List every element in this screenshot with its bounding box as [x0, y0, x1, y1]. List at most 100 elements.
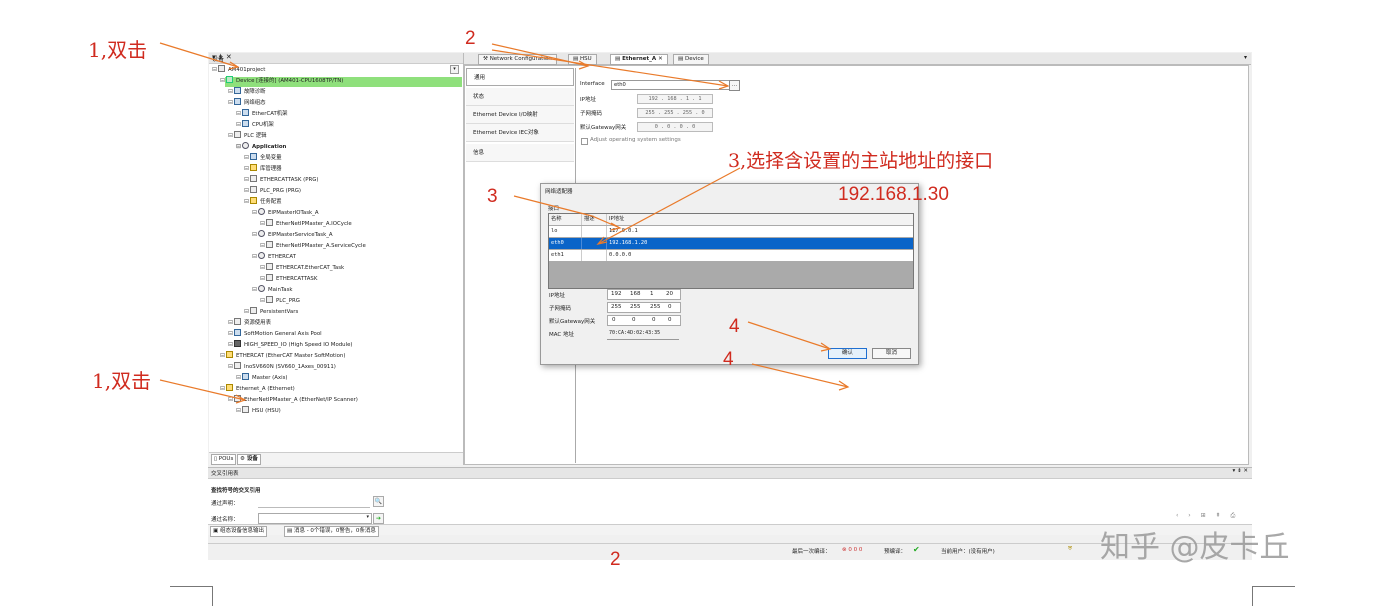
tree-node[interactable]: ⊟ MainTask — [252, 284, 293, 295]
table-row[interactable]: lo 127.0.0.1 — [549, 226, 913, 237]
dlg-mac-label: MAC 地址 — [549, 332, 574, 338]
tree-node[interactable]: ⊟ ETHERCAT.EtherCAT_Task — [260, 262, 344, 273]
tree-node-label: 库管理器 — [260, 166, 282, 172]
cancel-button[interactable]: 取消 — [872, 348, 911, 359]
tree-node[interactable]: ⊟ SoftMotion General Axis Pool — [228, 328, 322, 339]
tree-node[interactable]: ⊟ CPU机架 — [236, 119, 274, 130]
io-module-icon — [234, 340, 241, 347]
tree-node[interactable]: ⊟ EIPMasterIOTask_A — [252, 207, 319, 218]
tab-ethernet-a[interactable]: ▤ Ethernet_A ✕ — [610, 54, 668, 65]
side-tab-iec-objects[interactable]: Ethernet Device IEC对象 — [466, 124, 574, 142]
expander-icon[interactable]: ⊟ — [252, 229, 258, 240]
row-name: eth1 — [549, 250, 582, 261]
tree-node[interactable]: ⊟ 故障诊断 — [228, 86, 266, 97]
by-name-label: 通过名称： — [211, 517, 239, 523]
table-row[interactable]: eth1 0.0.0.0 — [549, 250, 913, 261]
interface-grid: 名称 描述 IP地址 lo 127.0.0.1 eth0 192.168.1.2… — [548, 213, 914, 289]
gateway-label: 默认Gateway网关 — [580, 125, 627, 131]
browse-interface-button[interactable]: ... — [729, 80, 740, 91]
tree-node[interactable]: ⊟ PersistentVars — [244, 306, 298, 317]
call-icon — [266, 241, 273, 248]
panel-toolbar-icons[interactable]: ‹ › ⊞ ⇞ ⎙ — [1176, 512, 1239, 520]
interface-input[interactable]: eth0 — [611, 80, 730, 90]
tree-node[interactable]: ⊟ Master (Axis) — [236, 372, 288, 383]
tab-device-output[interactable]: ▣ 组态设备信息输出 — [210, 526, 267, 537]
tree-node-label: PLC_PRG (PRG) — [260, 188, 301, 194]
tree-node-label: 全局变量 — [260, 155, 282, 161]
confirm-button[interactable]: 确认 — [828, 348, 867, 359]
tree-node[interactable]: ⊟ PLC_PRG (PRG) — [244, 185, 301, 196]
close-icon[interactable]: ✕ — [658, 56, 663, 62]
output-icon: ▣ — [213, 528, 219, 534]
cross-reference-title: 交叉引用表 — [211, 471, 239, 477]
tree-node[interactable]: ⊟ 资源使用表 — [228, 317, 271, 328]
annotation-step1-top: 1,双击 — [88, 38, 148, 62]
tree-node[interactable]: ⊟ EIPMasterServiceTask_A — [252, 229, 333, 240]
search-icon[interactable]: 🔍 — [373, 496, 384, 507]
expander-icon[interactable]: ⊟ — [252, 251, 258, 262]
dlg-ip-label: IP地址 — [549, 293, 565, 299]
tab-list-dropdown-icon[interactable]: ▾ — [1244, 54, 1247, 61]
side-tab-general[interactable]: 通用 — [466, 68, 574, 86]
side-tab-info[interactable]: 信息 — [466, 144, 574, 162]
panel-controls[interactable]: ▾ ⇟ ✕ — [212, 53, 459, 61]
annotation-master-ip: 192.168.1.30 — [838, 184, 949, 205]
tab-device-label: Device — [684, 56, 704, 62]
tree-node[interactable]: ⊟ ETHERCAT — [252, 251, 296, 262]
tree-node[interactable]: ⊟ HSU (HSU) — [236, 405, 281, 416]
go-icon[interactable]: ➔ — [373, 513, 384, 524]
row-desc — [582, 226, 607, 237]
row-name: eth0 — [549, 238, 582, 249]
tree-node[interactable]: ⊟ Application — [236, 141, 286, 152]
expander-icon[interactable]: ⊟ — [236, 141, 242, 152]
tree-node[interactable]: ⊟ AM401project — [212, 64, 265, 75]
side-tab-io-mapping[interactable]: Ethernet Device I/O映射 — [466, 106, 574, 124]
call-icon — [266, 263, 273, 270]
tree-node[interactable]: ⊟ PLC_PRG — [260, 295, 300, 306]
tree-node[interactable]: ⊟ ETHERCATTASK — [260, 273, 317, 284]
ip-address-field[interactable]: 192 . 168 . 1 . 1 — [637, 94, 713, 104]
tree-node[interactable]: ⊟ 全局变量 — [244, 152, 282, 163]
subnet-mask-field[interactable]: 255 . 255 . 255 . 0 — [637, 108, 713, 118]
tree-node[interactable]: ⊟ InoSV660N (SV660_1Axes_00911) — [228, 361, 336, 372]
tree-node[interactable]: ⊟ EtherNetIPMaster_A.ServiceCycle — [260, 240, 366, 251]
annotation-step4-b: 4 — [723, 349, 734, 370]
gateway-field[interactable]: 0 . 0 . 0 . 0 — [637, 122, 713, 132]
tab-device[interactable]: ▤ Device — [673, 54, 709, 65]
expander-icon[interactable]: ⊟ — [252, 207, 258, 218]
tab-hsu[interactable]: ▤ HSU — [568, 54, 597, 65]
expander-icon[interactable]: ⊟ — [252, 284, 258, 295]
tree-node[interactable]: ⊟ ETHERCAT (EtherCAT Master SoftMotion) — [220, 350, 345, 361]
table-row-selected[interactable]: eth0 192.168.1.20 — [549, 238, 913, 249]
status-bar: 最后一次编译： ⊗ 0 0 0 预编译： ✔ 当前用户：(没有用户) ⛨ — [208, 543, 1252, 556]
tree-node-label: Application — [252, 144, 287, 150]
tree-node[interactable]: ⊟ HIGH_SPEED_IO (High Speed IO Module) — [228, 339, 353, 350]
adjust-os-checkbox[interactable] — [581, 138, 588, 145]
tab-messages[interactable]: ▤ 消息 - 0个错误，0警告，0条消息 — [284, 526, 379, 537]
cross-reference-panel: 交叉引用表 ▾ ⇟ ✕ 查找符号的交叉引用 通过声明： 🔍 通过名称： ▾ ➔ … — [208, 467, 1252, 537]
tree-node[interactable]: ⊟ 库管理器 — [244, 163, 282, 174]
tab-network-configuration[interactable]: ⚒ Network Configuration — [478, 54, 557, 65]
gateway-part: 0 — [668, 317, 672, 323]
tree-node[interactable]: ⊟ 网络组态 — [228, 97, 266, 108]
subnet-part: 255 — [611, 304, 622, 310]
name-combobox[interactable]: ▾ — [258, 513, 372, 524]
ethernet-tab-icon: ▤ — [615, 56, 621, 62]
tab-devices[interactable]: ⚙ 设备 — [237, 454, 261, 465]
tab-pous[interactable]: ▯ POUs — [211, 454, 237, 465]
gateway-part: 0 — [612, 317, 616, 323]
tree-node[interactable]: ⊟ PLC 逻辑 — [228, 130, 267, 141]
program-icon — [250, 175, 257, 182]
task-icon — [258, 285, 265, 292]
tree-node[interactable]: ⊟ EtherCAT机架 — [236, 108, 288, 119]
declaration-input[interactable] — [258, 498, 370, 508]
tree-node[interactable]: ⊟ EtherNetIPMaster_A (EtherNet/IP Scanner… — [228, 394, 358, 405]
tree-node[interactable]: ⊟ EtherNetIPMaster_A.IOCycle — [260, 218, 352, 229]
tree-node[interactable]: ⊟ ETHERCATTASK (PRG) — [244, 174, 318, 185]
bottom-panel-controls[interactable]: ▾ ⇟ ✕ — [1233, 468, 1248, 474]
ip-part: 1 — [650, 291, 654, 297]
side-tab-status[interactable]: 状态 — [466, 88, 574, 106]
tree-node[interactable]: ⊟ Device [连接的] (AM401-CPU1608TP/TN) — [220, 75, 343, 86]
tree-node[interactable]: ⊟ 任务配置 — [244, 196, 282, 207]
tree-node[interactable]: ⊟ Ethernet_A (Ethernet) — [220, 383, 295, 394]
